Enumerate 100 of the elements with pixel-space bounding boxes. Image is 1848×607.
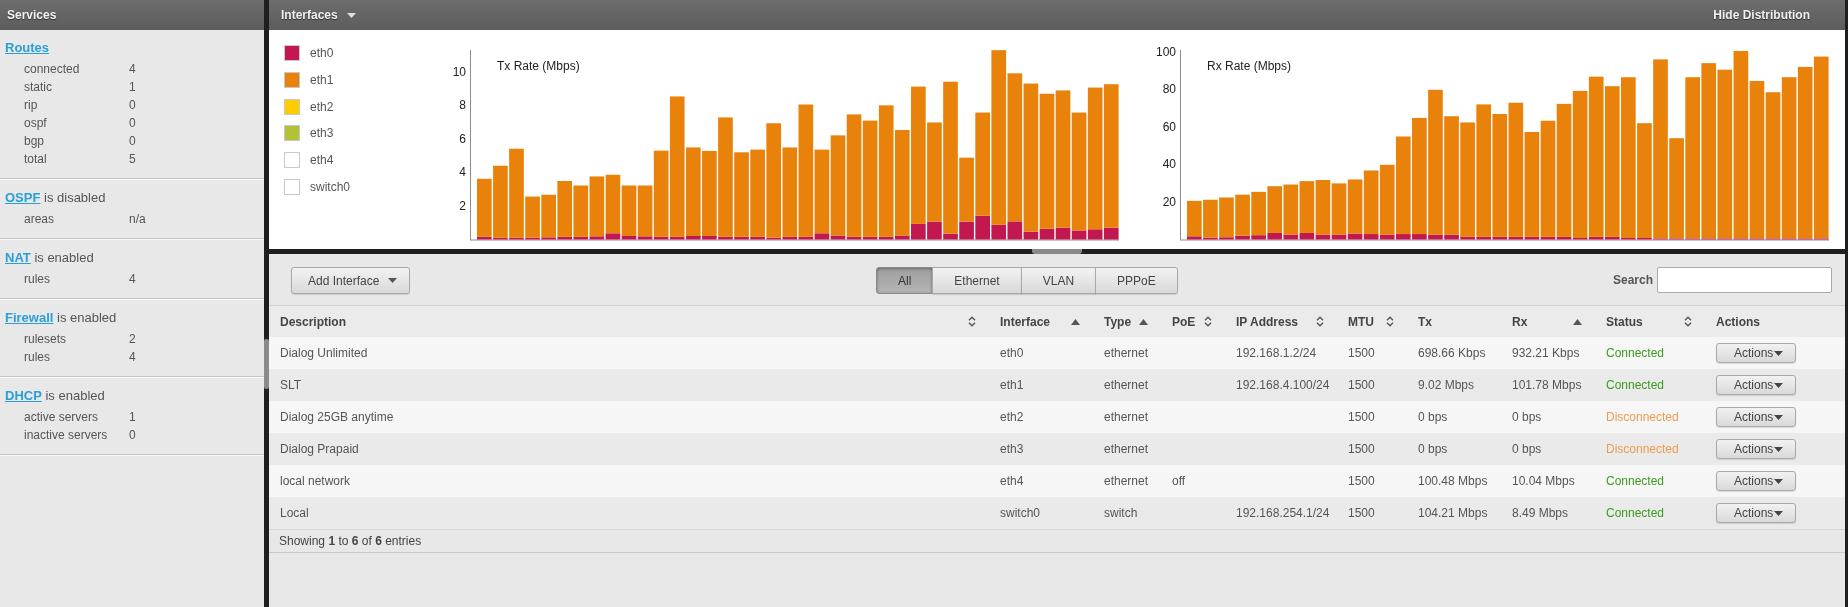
table-cell: SLT: [280, 378, 302, 392]
table-cell: eth0: [1000, 346, 1024, 360]
table-cell: 1500: [1348, 378, 1375, 392]
axis-tick-label: 2: [459, 198, 466, 213]
table-cell: 9.02 Mbps: [1418, 378, 1475, 392]
table-cell: eth2: [1000, 410, 1024, 424]
stat-value: 5: [129, 151, 136, 168]
filter-tab[interactable]: All: [876, 267, 934, 294]
status-cell: Disconnected: [1606, 442, 1679, 456]
table-cell: off: [1172, 474, 1186, 488]
table-cell: eth3: [1000, 442, 1024, 456]
stat-value: 0: [129, 97, 136, 114]
filter-tab[interactable]: PPPoE: [1095, 267, 1178, 294]
search-field[interactable]: [1657, 267, 1832, 293]
stat-label: total: [24, 151, 47, 168]
stat-label: rules: [24, 271, 50, 288]
hide-distribution-button[interactable]: Hide Distribution: [1713, 8, 1810, 22]
chart-title: Rx Rate (Mbps): [1207, 59, 1292, 73]
table-cell: 1500: [1348, 346, 1375, 360]
table-cell: 0 bps: [1418, 410, 1448, 424]
status-cell: Connected: [1606, 506, 1665, 520]
axis-tick-label: 8: [459, 98, 466, 113]
sidebar-title: Services: [0, 0, 264, 30]
status-cell: Connected: [1606, 378, 1665, 392]
table-cell: 192.168.4.100/24: [1236, 378, 1330, 392]
axis-tick-label: 60: [1162, 119, 1176, 134]
entries-info: Showing 1 to 6 of 6 entries: [279, 534, 422, 548]
filter-tab[interactable]: Ethernet: [932, 267, 1022, 294]
stat-label: static: [24, 79, 52, 96]
column-header[interactable]: Status: [1595, 306, 1705, 337]
search-label: Search: [1612, 273, 1653, 287]
column-header[interactable]: IP Address: [1225, 306, 1337, 337]
stat-value: 1: [129, 79, 136, 96]
axis-tick-label: 20: [1162, 194, 1176, 209]
stat-label: rules: [24, 349, 50, 366]
caret-icon: [1774, 510, 1783, 516]
stat-label: rip: [24, 97, 38, 114]
caret-icon: [1774, 478, 1783, 484]
table-cell: switch0: [1000, 506, 1040, 520]
caret-icon: [1774, 414, 1783, 420]
table-cell: 101.78 Mbps: [1512, 378, 1582, 392]
stat-value: 4: [129, 349, 136, 366]
status-cell: Connected: [1606, 346, 1665, 360]
stat-value: 4: [129, 271, 136, 288]
actions-button[interactable]: Actions: [1716, 375, 1796, 395]
actions-button[interactable]: Actions: [1716, 503, 1796, 523]
table-cell: Dialog Prapaid: [280, 442, 359, 456]
resize-handle[interactable]: [264, 339, 269, 389]
add-interface-button[interactable]: Add Interface: [291, 267, 410, 294]
table-cell: 0 bps: [1512, 442, 1542, 456]
table-cell: eth1: [1000, 378, 1024, 392]
table-cell: 192.168.1.2/24: [1236, 346, 1317, 360]
stat-value: 2: [129, 331, 136, 348]
table-cell: ethernet: [1104, 346, 1149, 360]
stat-value: 0: [129, 115, 136, 132]
table-cell: ethernet: [1104, 442, 1149, 456]
resize-handle[interactable]: [1032, 249, 1082, 254]
caret-icon: [388, 278, 397, 283]
table-cell: 1500: [1348, 442, 1375, 456]
table-cell: 698.66 Kbps: [1418, 346, 1486, 360]
actions-button[interactable]: Actions: [1716, 407, 1796, 427]
table-cell: 0 bps: [1418, 442, 1448, 456]
stat-value: 0: [129, 427, 136, 444]
interfaces-dropdown[interactable]: Interfaces: [281, 8, 356, 22]
table-cell: Local: [280, 506, 309, 520]
filter-tab[interactable]: VLAN: [1020, 267, 1097, 294]
column-header[interactable]: Rx: [1501, 306, 1595, 337]
stat-label: inactive servers: [24, 427, 108, 444]
stat-value: 1: [129, 409, 136, 426]
table-cell: 100.48 Mbps: [1418, 474, 1488, 488]
stat-label: ospf: [24, 115, 47, 132]
actions-button[interactable]: Actions: [1716, 439, 1796, 459]
stat-value: 0: [129, 133, 136, 150]
column-header[interactable]: MTU: [1337, 306, 1407, 337]
legend-label: eth3: [310, 126, 334, 141]
actions-button[interactable]: Actions: [1716, 343, 1796, 363]
column-header[interactable]: PoE: [1161, 306, 1225, 337]
column-header[interactable]: Actions: [1705, 306, 1845, 337]
axis-tick-label: 10: [452, 64, 466, 79]
caret-icon: [346, 12, 356, 18]
section-heading: DHCP is enabled: [5, 387, 105, 405]
column-header[interactable]: Type: [1093, 306, 1161, 337]
table-cell: 10.04 Mbps: [1512, 474, 1575, 488]
caret-icon: [1774, 350, 1783, 356]
legend-label: eth2: [310, 99, 334, 114]
column-header[interactable]: Interface: [989, 306, 1093, 337]
table-cell: Dialog Unlimited: [280, 346, 368, 360]
stat-label: connected: [24, 61, 80, 78]
actions-button[interactable]: Actions: [1716, 471, 1796, 491]
section-heading: Firewall is enabled: [5, 309, 117, 327]
axis-tick-label: 80: [1162, 82, 1176, 97]
column-header[interactable]: Tx: [1407, 306, 1501, 337]
status-cell: Disconnected: [1606, 410, 1679, 424]
axis-tick-label: 100: [1155, 44, 1176, 59]
column-header[interactable]: Description: [269, 306, 989, 337]
caret-icon: [1774, 446, 1783, 452]
table-cell: ethernet: [1104, 410, 1149, 424]
stat-value: 4: [129, 61, 136, 78]
axis-tick-label: 6: [459, 131, 466, 146]
axis-tick-label: 40: [1162, 157, 1176, 172]
